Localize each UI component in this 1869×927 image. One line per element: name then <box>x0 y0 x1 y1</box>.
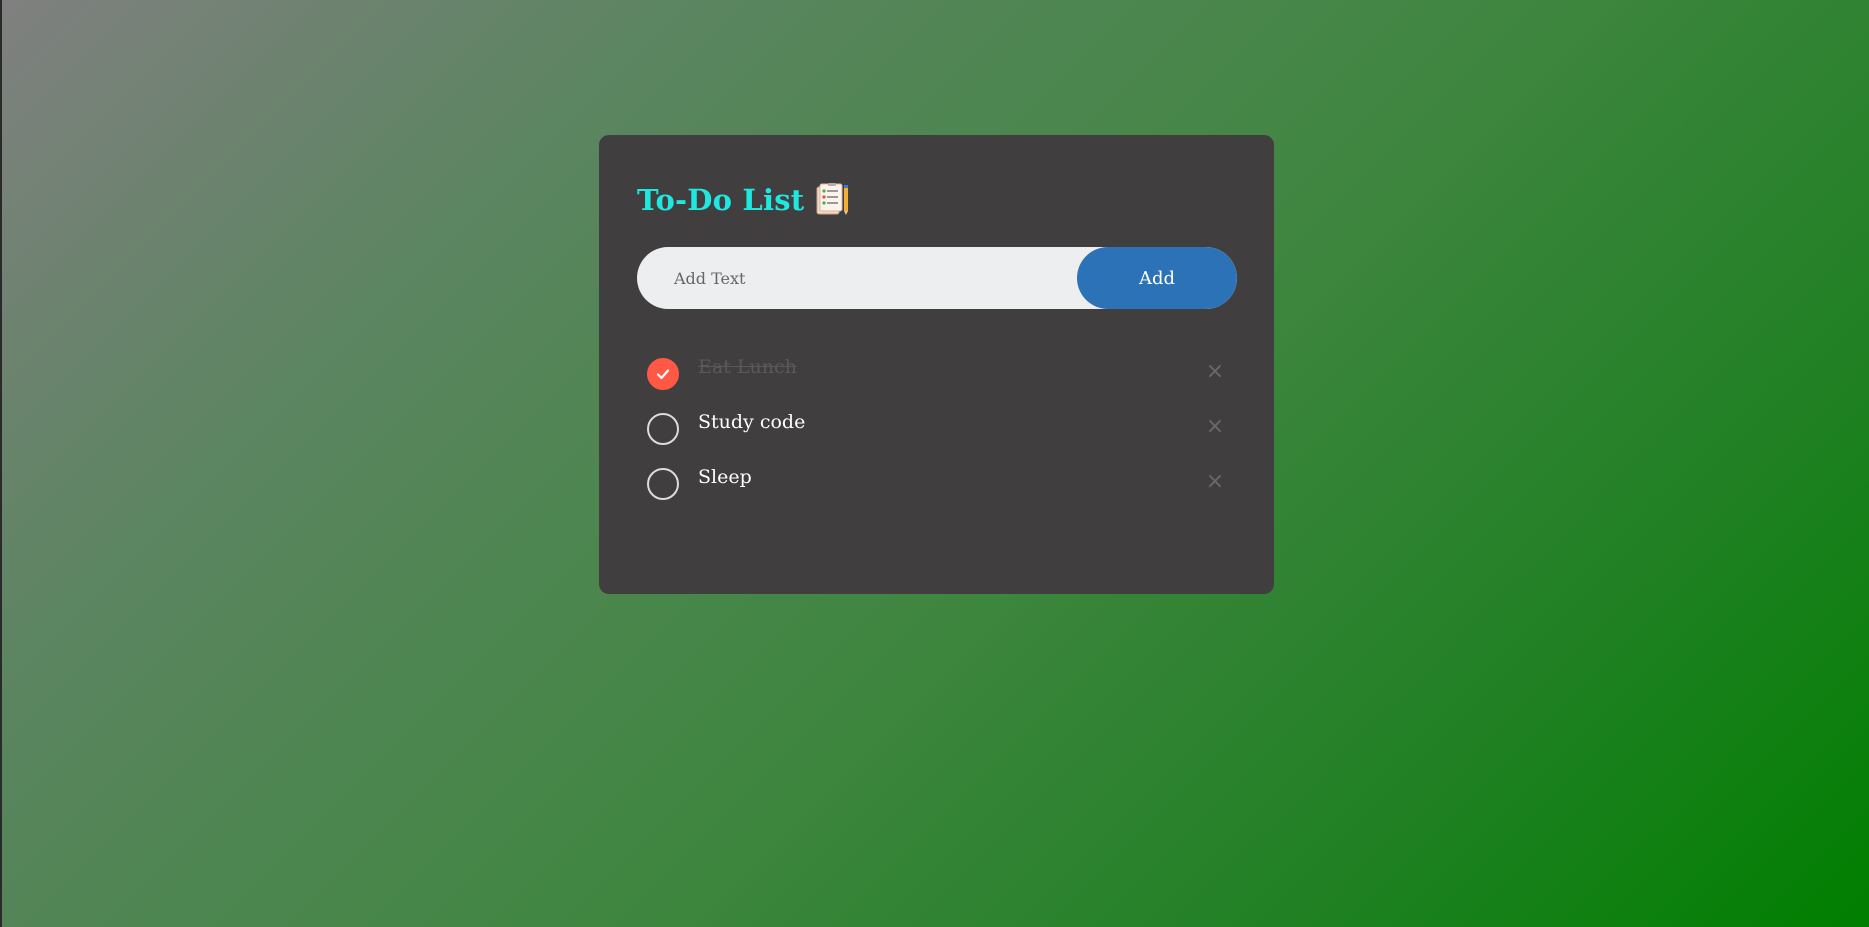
task-item[interactable]: Eat Lunch × <box>647 355 1237 410</box>
task-list: Eat Lunch × Study code × Sleep × <box>647 355 1237 520</box>
add-task-bar: Add <box>637 247 1237 309</box>
window-edge <box>0 0 2 927</box>
task-checkbox[interactable] <box>647 413 679 445</box>
task-text: Sleep <box>698 466 752 488</box>
task-text: Study code <box>698 411 806 433</box>
notepad-icon <box>814 183 850 217</box>
delete-icon[interactable]: × <box>1203 360 1227 384</box>
app-title: To-Do List <box>637 183 805 217</box>
todo-card: To-Do List Add Text Add Eat Lunch × Stud… <box>599 135 1274 594</box>
task-checkbox[interactable] <box>647 468 679 500</box>
task-item[interactable]: Study code × <box>647 410 1237 465</box>
add-button[interactable]: Add <box>1077 247 1237 309</box>
task-text: Eat Lunch <box>698 356 797 378</box>
task-item[interactable]: Sleep × <box>647 465 1237 520</box>
task-checkbox-checked[interactable] <box>647 358 679 390</box>
title-row: To-Do List <box>637 183 850 217</box>
delete-icon[interactable]: × <box>1203 415 1227 439</box>
checkmark-icon <box>656 369 670 380</box>
delete-icon[interactable]: × <box>1203 470 1227 494</box>
task-input[interactable] <box>637 247 1077 309</box>
